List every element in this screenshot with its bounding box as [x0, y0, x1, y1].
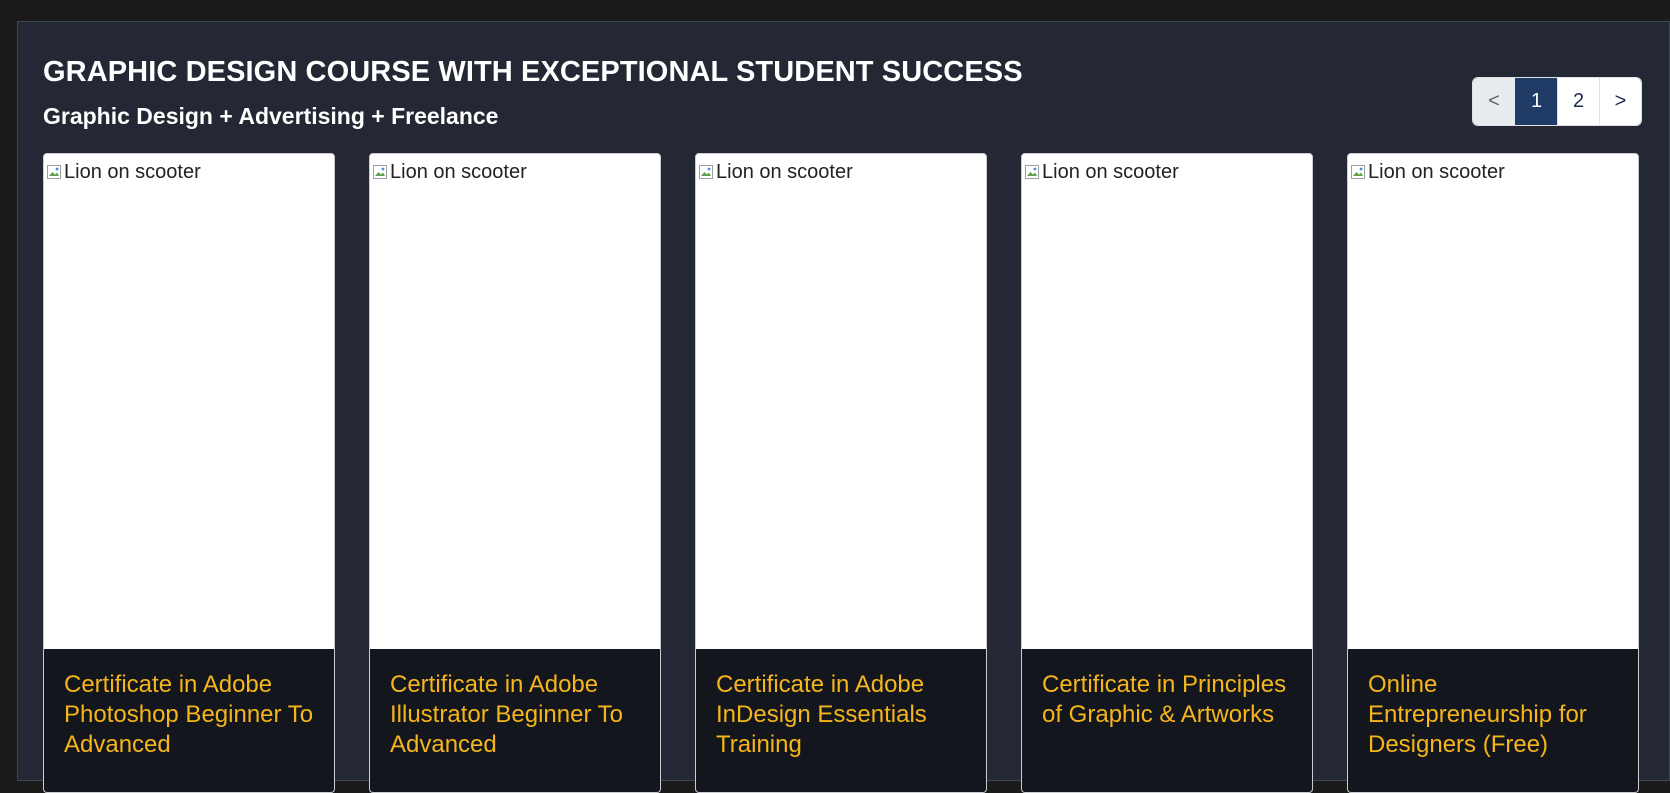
image-alt-label: Lion on scooter — [390, 161, 527, 183]
broken-image-icon — [1351, 165, 1365, 179]
card-body: Online Entrepreneurship for Designers (F… — [1348, 649, 1638, 792]
course-title-link[interactable]: Online Entrepreneurship for Designers (F… — [1368, 670, 1624, 760]
course-image[interactable]: Lion on scooter — [1348, 154, 1638, 649]
course-card[interactable]: Lion on scooter Certificate in Principle… — [1021, 153, 1313, 793]
course-title-link[interactable]: Certificate in Principles of Graphic & A… — [1042, 670, 1298, 730]
broken-image-icon — [373, 165, 387, 179]
image-alt-text: Lion on scooter — [1024, 161, 1179, 183]
broken-image-icon — [699, 165, 713, 179]
card-body: Certificate in Principles of Graphic & A… — [1022, 649, 1312, 792]
image-alt-label: Lion on scooter — [1368, 161, 1505, 183]
course-section: GRAPHIC DESIGN COURSE WITH EXCEPTIONAL S… — [17, 21, 1670, 793]
pagination-page-2-button[interactable]: 2 — [1557, 78, 1599, 125]
image-alt-text: Lion on scooter — [372, 161, 527, 183]
card-body: Certificate in Adobe Illustrator Beginne… — [370, 649, 660, 792]
image-alt-text: Lion on scooter — [46, 161, 201, 183]
image-alt-text: Lion on scooter — [1350, 161, 1505, 183]
broken-image-icon — [1025, 165, 1039, 179]
course-card[interactable]: Lion on scooter Online Entrepreneurship … — [1347, 153, 1639, 793]
pagination: < 1 2 > — [1472, 77, 1642, 126]
course-card[interactable]: Lion on scooter Certificate in Adobe InD… — [695, 153, 987, 793]
course-card-list: Lion on scooter Certificate in Adobe Pho… — [43, 153, 1641, 793]
course-title-link[interactable]: Certificate in Adobe Photoshop Beginner … — [64, 670, 320, 760]
image-alt-label: Lion on scooter — [64, 161, 201, 183]
course-image[interactable]: Lion on scooter — [696, 154, 986, 649]
course-card[interactable]: Lion on scooter Certificate in Adobe Pho… — [43, 153, 335, 793]
pagination-next-button[interactable]: > — [1599, 78, 1641, 125]
course-image[interactable]: Lion on scooter — [370, 154, 660, 649]
course-image[interactable]: Lion on scooter — [44, 154, 334, 649]
section-title: GRAPHIC DESIGN COURSE WITH EXCEPTIONAL S… — [43, 56, 1023, 88]
card-body: Certificate in Adobe Photoshop Beginner … — [44, 649, 334, 792]
course-title-link[interactable]: Certificate in Adobe InDesign Essentials… — [716, 670, 972, 760]
course-image[interactable]: Lion on scooter — [1022, 154, 1312, 649]
image-alt-label: Lion on scooter — [1042, 161, 1179, 183]
image-alt-label: Lion on scooter — [716, 161, 853, 183]
section-subtitle: Graphic Design + Advertising + Freelance — [43, 103, 499, 129]
card-body: Certificate in Adobe InDesign Essentials… — [696, 649, 986, 792]
image-alt-text: Lion on scooter — [698, 161, 853, 183]
course-title-link[interactable]: Certificate in Adobe Illustrator Beginne… — [390, 670, 646, 760]
pagination-prev-button[interactable]: < — [1473, 78, 1515, 125]
course-card[interactable]: Lion on scooter Certificate in Adobe Ill… — [369, 153, 661, 793]
pagination-page-1-button[interactable]: 1 — [1515, 78, 1557, 125]
broken-image-icon — [47, 165, 61, 179]
